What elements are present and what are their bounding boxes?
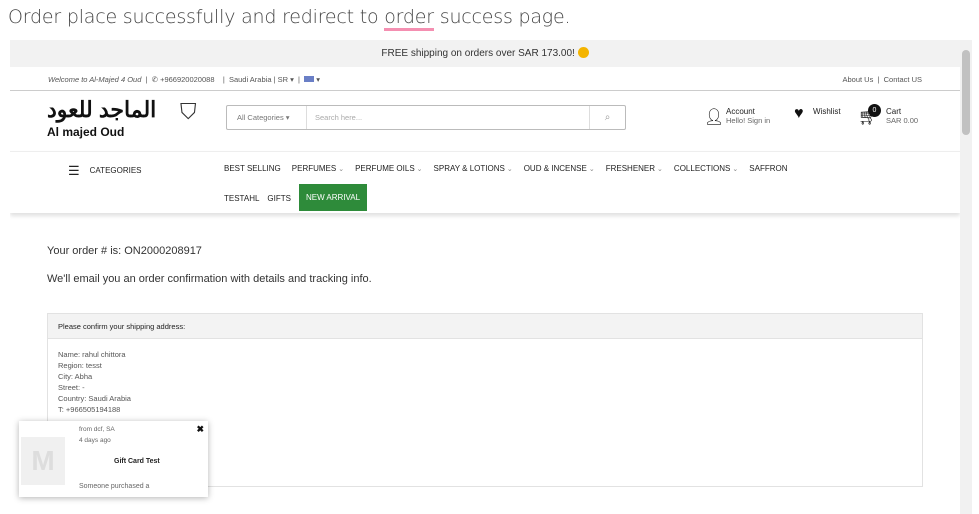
popup-time: 4 days ago bbox=[79, 437, 111, 444]
promo-text: FREE shipping on orders over SAR 173.00! bbox=[381, 48, 575, 59]
address-street: Street: - bbox=[58, 383, 85, 392]
user-icon[interactable]: 👤︎ bbox=[704, 107, 724, 127]
shipping-heading: Please confirm your shipping address: bbox=[48, 314, 922, 339]
about-link[interactable]: About Us bbox=[842, 75, 873, 84]
popup-from: from dcf, SA bbox=[79, 426, 115, 433]
logo-english: Al majed Oud bbox=[47, 125, 125, 139]
shipping-address: Name: rahul chittora Region: tesst City:… bbox=[48, 339, 922, 425]
scrollbar[interactable] bbox=[960, 40, 972, 514]
nav-perfumes[interactable]: PERFUMES ⌄ bbox=[292, 164, 344, 173]
address-city: City: Abha bbox=[58, 372, 93, 381]
heart-icon[interactable]: ♥ bbox=[794, 105, 804, 123]
popup-text: Someone purchased a bbox=[79, 483, 150, 490]
address-phone: T: +966505194188 bbox=[58, 405, 121, 414]
chevron-down-icon: ⌄ bbox=[506, 166, 513, 173]
nav-saffron[interactable]: SAFFRON bbox=[749, 164, 787, 173]
chevron-down-icon: ⌄ bbox=[416, 166, 423, 173]
nav-new-arrival[interactable]: NEW ARRIVAL bbox=[298, 184, 368, 211]
address-country: Country: Saudi Arabia bbox=[58, 394, 131, 403]
address-region: Region: tesst bbox=[58, 361, 102, 370]
top-bar: Welcome to Al-Majed 4 Oud | ✆ +966920020… bbox=[10, 67, 960, 91]
nav-oud-incense[interactable]: OUD & INCENSE ⌄ bbox=[524, 164, 595, 173]
caption-highlight: order bbox=[384, 6, 434, 31]
nav-testahl[interactable]: TESTAHL bbox=[224, 194, 259, 203]
header: الماجد للعود Al majed Oud ⛉ All Categories… bbox=[10, 91, 960, 151]
caption-text: Order place successfully and redirect to bbox=[8, 6, 385, 28]
close-icon[interactable]: ✖ bbox=[196, 424, 204, 435]
contact-link[interactable]: Contact US bbox=[884, 75, 922, 84]
nav-perfume-oils[interactable]: PERFUME OILS ⌄ bbox=[355, 164, 422, 173]
welcome-text: Welcome to Al-Majed 4 Oud bbox=[48, 75, 142, 84]
region-selector[interactable]: Saudi Arabia | SR bbox=[229, 75, 288, 84]
wishlist-link[interactable]: Wishlist bbox=[813, 107, 841, 116]
search-bar: All Categories ▾ Search here... ⌕ bbox=[226, 105, 626, 130]
popup-product[interactable]: Gift Card Test bbox=[114, 458, 160, 465]
hamburger-icon: ☰ bbox=[68, 163, 80, 178]
chevron-down-icon: ⌄ bbox=[657, 166, 663, 173]
nav-collections[interactable]: COLLECTIONS ⌄ bbox=[674, 164, 738, 173]
nav-freshener[interactable]: FRESHENER ⌄ bbox=[606, 164, 663, 173]
address-name: Name: rahul chittora bbox=[58, 350, 126, 359]
search-input[interactable]: Search here... bbox=[307, 106, 589, 129]
nav-best-selling[interactable]: BEST SELLING bbox=[224, 164, 281, 173]
caption-text-end: success page. bbox=[433, 6, 571, 28]
emoji-icon bbox=[577, 47, 589, 58]
chevron-down-icon: ⌄ bbox=[732, 166, 739, 173]
categories-menu[interactable]: ☰ CATEGORIES bbox=[68, 163, 142, 179]
flag-us-icon[interactable] bbox=[304, 76, 315, 82]
promo-banner: FREE shipping on orders over SAR 173.00! bbox=[10, 40, 960, 67]
phone-icon: ✆ bbox=[151, 75, 158, 84]
account-link[interactable]: Account Hello! Sign in bbox=[726, 107, 770, 125]
main-nav: ☰ CATEGORIES BEST SELLING PERFUMES ⌄ PERFU… bbox=[10, 151, 960, 213]
recent-purchase-popup[interactable]: M from dcf, SA 4 days ago Gift Card Test… bbox=[19, 421, 208, 497]
logo[interactable]: الماجد للعود Al majed Oud ⛉ bbox=[47, 97, 207, 141]
chevron-down-icon: ⌄ bbox=[338, 166, 345, 173]
category-select[interactable]: All Categories ▾ bbox=[227, 106, 307, 129]
search-icon[interactable]: ⌕ bbox=[589, 106, 625, 129]
cart-count-badge: 0 bbox=[868, 104, 881, 117]
order-number: Your order # is: ON2000208917 bbox=[47, 245, 202, 257]
browser-page: FREE shipping on orders over SAR 173.00!… bbox=[10, 40, 960, 514]
cart-link[interactable]: Cart SAR 0.00 bbox=[886, 107, 918, 125]
phone-link[interactable]: +966920020088 bbox=[160, 75, 214, 84]
product-image-placeholder: M bbox=[21, 437, 65, 485]
caption: Order place successfully and redirect to… bbox=[8, 6, 571, 31]
nav-spray-lotions[interactable]: SPRAY & LOTIONS ⌄ bbox=[434, 164, 513, 173]
scrollbar-thumb[interactable] bbox=[962, 50, 970, 135]
logo-arabic: الماجد للعود bbox=[47, 97, 157, 122]
nav-gifts[interactable]: GIFTS bbox=[267, 194, 291, 203]
chevron-down-icon: ⌄ bbox=[588, 166, 595, 173]
basket-logo-icon: ⛉ bbox=[180, 99, 197, 124]
email-notice: We'll email you an order confirmation wi… bbox=[47, 273, 372, 285]
